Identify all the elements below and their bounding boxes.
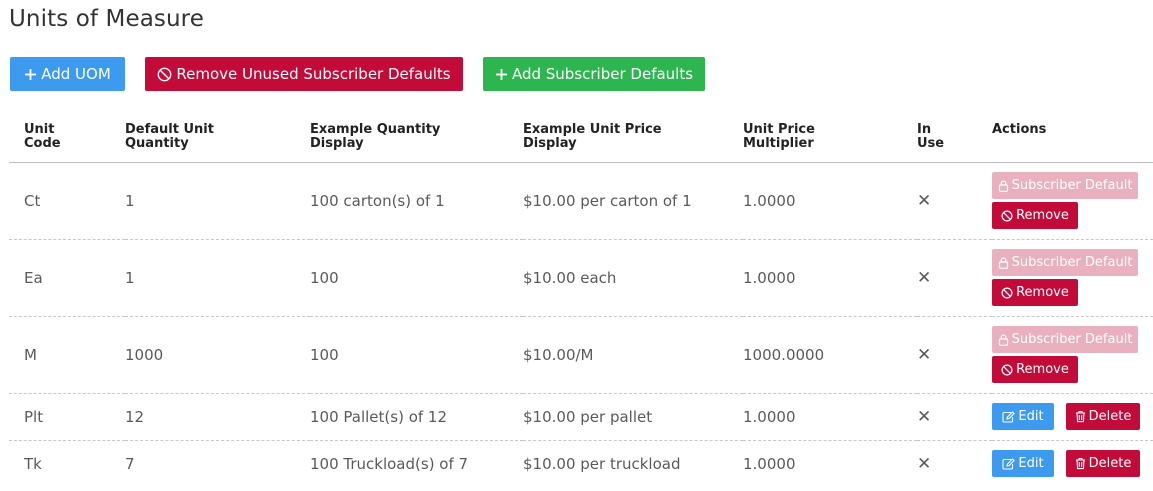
cell-default-quantity: 1 — [125, 239, 310, 317]
cell-actions: Subscriber Default Remove — [992, 316, 1153, 394]
cell-unit-code: Ct — [9, 162, 125, 240]
cell-default-quantity: 1000 — [125, 316, 310, 394]
not-in-use-icon: ✕ — [917, 239, 992, 317]
table-row: M 1000 100 $10.00/M 1000.0000 ✕ Subscrib… — [9, 316, 1153, 394]
ban-icon — [1001, 363, 1013, 376]
lock-icon — [998, 257, 1009, 269]
header-example-unit-price-display[interactable]: Example Unit Price Display — [523, 116, 743, 163]
remove-unused-label: Remove Unused Subscriber Defaults — [176, 65, 451, 83]
cell-quantity-display: 100 Truckload(s) of 7 — [310, 454, 469, 473]
cell-price-display: $10.00 per carton of 1 — [523, 162, 743, 240]
not-in-use-icon: ✕ — [917, 162, 992, 240]
table-row: Tk 7 100 Truckload(s) of 7 $10.00 per tr… — [9, 440, 1153, 487]
table-row: Ct 1 100 carton(s) of 1 $10.00 per carto… — [9, 162, 1153, 240]
header-unit-code[interactable]: Unit Code — [9, 116, 125, 163]
cell-multiplier: 1.0000 — [743, 239, 917, 317]
remove-button[interactable]: Remove — [992, 202, 1078, 229]
cell-quantity-display: 100 — [310, 316, 523, 394]
cell-actions: Edit Delete — [992, 440, 1153, 487]
trash-icon — [1075, 457, 1086, 470]
cell-multiplier: 1000.0000 — [743, 316, 917, 394]
table-row: Ea 1 100 $10.00 each 1.0000 ✕ Subscriber… — [9, 239, 1153, 317]
edit-icon — [1002, 410, 1016, 423]
cell-price-display: $10.00 per truckload — [523, 454, 681, 473]
remove-button[interactable]: Remove — [992, 279, 1078, 306]
cell-price-display: $10.00 per pallet — [523, 393, 743, 441]
add-uom-label: Add UOM — [41, 65, 111, 83]
cell-quantity-display: 100 carton(s) of 1 — [310, 162, 523, 240]
cell-default-quantity: 1 — [125, 162, 310, 240]
page-title: Units of Measure — [9, 6, 204, 32]
units-of-measure-page: Units of Measure Add UOM Remove Unused S… — [0, 0, 1153, 491]
cell-default-quantity: 7 — [125, 454, 135, 473]
cell-price-display: $10.00/M — [523, 316, 743, 394]
lock-icon — [998, 180, 1009, 192]
edit-icon — [1002, 457, 1016, 470]
cell-unit-code: Tk — [24, 454, 42, 473]
remove-unused-subscriber-defaults-button[interactable]: Remove Unused Subscriber Defaults — [145, 57, 463, 91]
uom-table: Unit Code Default Unit Quantity Example Qu… — [9, 116, 1153, 487]
cell-quantity-display: 100 Pallet(s) of 12 — [310, 393, 523, 441]
header-in-use[interactable]: In Use — [917, 116, 992, 163]
edit-button[interactable]: Edit — [992, 403, 1054, 430]
edit-button[interactable]: Edit — [992, 450, 1054, 478]
cell-unit-code: Ea — [9, 239, 125, 317]
trash-icon — [1075, 410, 1086, 423]
lock-icon — [998, 334, 1009, 346]
delete-button[interactable]: Delete — [1066, 403, 1140, 430]
cell-actions: Subscriber Default Remove — [992, 239, 1153, 317]
cell-quantity-display: 100 — [310, 239, 523, 317]
cell-multiplier: 1.0000 — [743, 162, 917, 240]
add-uom-button[interactable]: Add UOM — [10, 57, 125, 91]
cell-unit-code: Plt — [9, 393, 125, 441]
delete-button[interactable]: Delete — [1066, 450, 1140, 478]
plus-icon — [24, 68, 37, 81]
add-subscriber-defaults-button[interactable]: Add Subscriber Defaults — [483, 57, 705, 91]
ban-icon — [157, 67, 172, 82]
not-in-use-icon: ✕ — [917, 316, 992, 394]
header-example-quantity-display[interactable]: Example Quantity Display — [310, 116, 523, 163]
cell-unit-code: M — [9, 316, 125, 394]
ban-icon — [1001, 286, 1013, 299]
not-in-use-icon: ✕ — [917, 393, 992, 441]
table-row: Plt 12 100 Pallet(s) of 12 $10.00 per pa… — [9, 393, 1153, 441]
cell-multiplier: 1.0000 — [743, 393, 917, 441]
not-in-use-icon: ✕ — [917, 453, 932, 474]
cell-price-display: $10.00 each — [523, 239, 743, 317]
cell-actions: Subscriber Default Remove — [992, 162, 1153, 240]
cell-default-quantity: 12 — [125, 393, 310, 441]
add-defaults-label: Add Subscriber Defaults — [511, 65, 694, 83]
ban-icon — [1001, 209, 1013, 222]
table-header-row: Unit Code Default Unit Quantity Example Qu… — [9, 116, 1153, 163]
subscriber-default-button[interactable]: Subscriber Default — [992, 326, 1138, 353]
remove-button[interactable]: Remove — [992, 356, 1078, 383]
subscriber-default-button[interactable]: Subscriber Default — [992, 172, 1138, 199]
cell-actions: Edit Delete — [992, 393, 1153, 441]
header-default-unit-quantity[interactable]: Default Unit Quantity — [125, 116, 310, 163]
plus-icon — [495, 68, 508, 81]
cell-multiplier: 1.0000 — [743, 454, 796, 473]
header-unit-price-multiplier[interactable]: Unit Price Multiplier — [743, 116, 917, 163]
subscriber-default-button[interactable]: Subscriber Default — [992, 249, 1138, 276]
header-actions: Actions — [992, 116, 1153, 163]
